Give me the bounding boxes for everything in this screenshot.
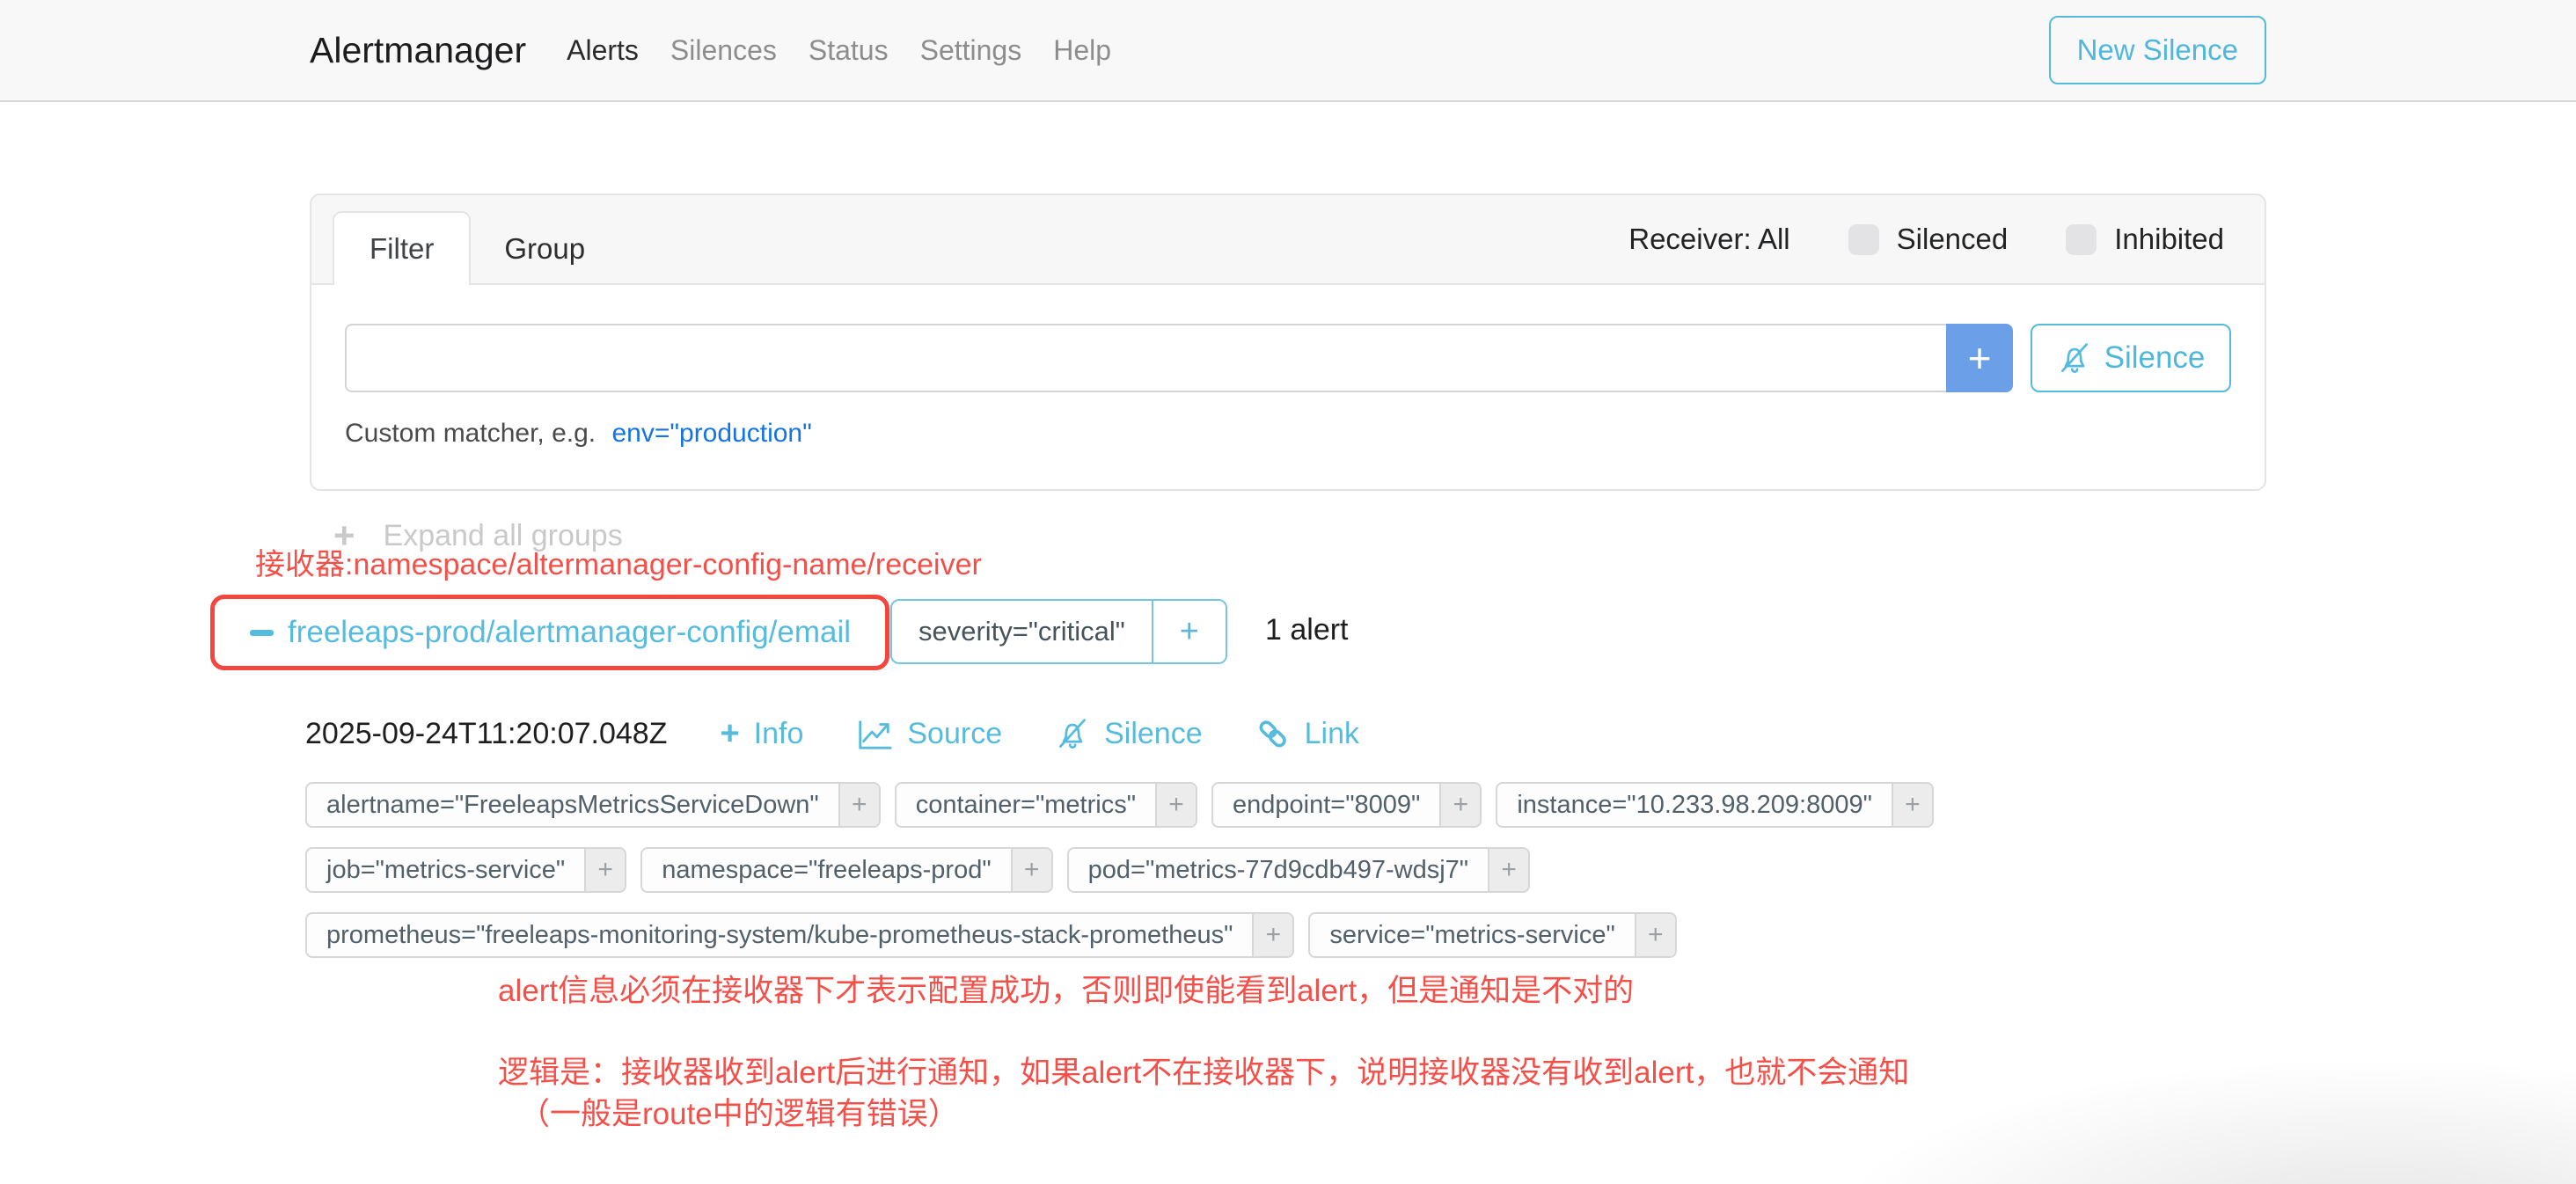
nav-item-alerts[interactable]: Alerts	[551, 34, 655, 67]
annotation-line-3: （一般是route中的逻辑有错误）	[519, 1089, 959, 1134]
label-filter-button[interactable]: service="metrics-service"	[1308, 912, 1634, 958]
nav-item-status[interactable]: Status	[793, 34, 904, 67]
nav-item-help[interactable]: Help	[1037, 34, 1127, 67]
alert-labels: alertname="FreeleapsMetricsServiceDown" …	[305, 782, 2012, 958]
chart-line-icon	[856, 715, 893, 752]
page: Alertmanager Alerts Silences Status Sett…	[0, 0, 2576, 1184]
bell-slash-icon	[2057, 340, 2092, 376]
alert-source-label: Source	[907, 717, 1002, 751]
label-chip: instance="10.233.98.209:8009" +	[1496, 782, 1934, 828]
label-add-filter-button[interactable]: +	[584, 847, 626, 893]
silenced-checkbox-label[interactable]: Silenced	[1897, 223, 2009, 256]
silence-button-label: Silence	[2104, 340, 2206, 376]
label-filter-button[interactable]: instance="10.233.98.209:8009"	[1496, 782, 1892, 828]
label-chip: alertname="FreeleapsMetricsServiceDown" …	[305, 782, 881, 828]
nav-item-silences[interactable]: Silences	[655, 34, 793, 67]
label-add-filter-button[interactable]: +	[1439, 782, 1482, 828]
label-chip: prometheus="freeleaps-monitoring-system/…	[305, 912, 1294, 958]
annotation-line-2: 逻辑是：接收器收到alert后进行通知，如果alert不在接收器下，说明接收器没…	[498, 1048, 1909, 1093]
label-add-filter-button[interactable]: +	[1488, 847, 1530, 893]
matcher-hint: Custom matcher, e.g. env="production"	[345, 419, 2231, 449]
tab-filter[interactable]: Filter	[333, 211, 471, 285]
label-add-filter-button[interactable]: +	[1635, 912, 1677, 958]
receiver-group-toggle-button[interactable]: freeleaps-prod/alertmanager-config/email	[250, 615, 851, 650]
alert-silence-button[interactable]: Silence	[1055, 716, 1203, 751]
receiver-dropdown[interactable]: Receiver: All	[1628, 223, 1789, 256]
alert-count-label: 1 alert	[1265, 613, 1349, 647]
label-filter-button[interactable]: namespace="freeleaps-prod"	[640, 847, 1010, 893]
label-filter-button[interactable]: pod="metrics-77d9cdb497-wdsj7"	[1067, 847, 1488, 893]
matcher-input-group: +	[345, 324, 2013, 392]
tab-group[interactable]: Group	[471, 215, 618, 283]
inhibited-checkbox-label[interactable]: Inhibited	[2114, 223, 2224, 256]
matcher-input[interactable]	[345, 324, 1946, 392]
new-silence-button[interactable]: New Silence	[2049, 16, 2266, 84]
hint-text: Custom matcher, e.g.	[345, 419, 596, 448]
top-navbar: Alertmanager Alerts Silences Status Sett…	[0, 0, 2576, 102]
silence-from-filter-button[interactable]: Silence	[2031, 324, 2231, 392]
bell-slash-icon	[1055, 716, 1090, 751]
matcher-row: + Silence	[345, 324, 2231, 392]
label-chip: service="metrics-service" +	[1308, 912, 1676, 958]
alert-silence-label: Silence	[1104, 717, 1203, 751]
filter-options: Receiver: All Silenced Inhibited	[1628, 223, 2224, 256]
alert-item: 2025-09-24T11:20:07.048Z + Info Source	[305, 715, 2012, 958]
label-add-filter-button[interactable]: +	[1155, 782, 1197, 828]
hint-example-link[interactable]: env="production"	[611, 419, 811, 448]
app-brand[interactable]: Alertmanager	[310, 30, 526, 71]
label-add-filter-button[interactable]: +	[838, 782, 881, 828]
add-matcher-button[interactable]: +	[1946, 324, 2013, 392]
alert-source-link[interactable]: Source	[856, 715, 1002, 752]
annotation-line-1: alert信息必须在接收器下才表示配置成功，否则即使能看到alert，但是通知是…	[498, 966, 1634, 1011]
label-filter-button[interactable]: prometheus="freeleaps-monitoring-system/…	[305, 912, 1252, 958]
alert-timestamp: 2025-09-24T11:20:07.048Z	[305, 717, 667, 751]
label-chip: pod="metrics-77d9cdb497-wdsj7" +	[1067, 847, 1530, 893]
nav-item-settings[interactable]: Settings	[904, 34, 1038, 67]
link-icon	[1255, 716, 1291, 751]
label-chip: container="metrics" +	[895, 782, 1197, 828]
label-chip: namespace="freeleaps-prod" +	[640, 847, 1052, 893]
alert-info-label: Info	[754, 717, 804, 751]
annotation-receiver-note: 接收器:namespace/altermanager-config-name/r…	[255, 540, 982, 583]
inhibited-checkbox[interactable]	[2066, 224, 2097, 255]
silenced-checkbox[interactable]	[1848, 224, 1879, 255]
label-add-filter-button[interactable]: +	[1892, 782, 1934, 828]
label-chip: endpoint="8009" +	[1211, 782, 1482, 828]
receiver-group-label: freeleaps-prod/alertmanager-config/email	[288, 615, 851, 650]
annotation-red-box: freeleaps-prod/alertmanager-config/email	[210, 595, 889, 670]
plus-icon: +	[720, 717, 739, 750]
alert-header-row: 2025-09-24T11:20:07.048Z + Info Source	[305, 715, 2012, 752]
filter-card-header: Filter Group Receiver: All Silenced Inhi…	[311, 195, 2265, 285]
label-filter-button[interactable]: alertname="FreeleapsMetricsServiceDown"	[305, 782, 838, 828]
navbar-container: Alertmanager Alerts Silences Status Sett…	[310, 16, 2266, 84]
alert-info-button[interactable]: + Info	[720, 717, 803, 751]
alert-link-label: Link	[1305, 717, 1359, 751]
filter-card: Filter Group Receiver: All Silenced Inhi…	[310, 194, 2266, 491]
alert-generator-link[interactable]: Link	[1255, 716, 1359, 751]
label-chip: job="metrics-service" +	[305, 847, 626, 893]
group-matcher-chip: severity="critical" +	[890, 599, 1227, 664]
label-filter-button[interactable]: container="metrics"	[895, 782, 1155, 828]
group-matcher-button[interactable]: severity="critical"	[892, 601, 1152, 662]
filter-card-body: + Silence Custom matcher, e.g. env="prod	[311, 285, 2265, 489]
label-add-filter-button[interactable]: +	[1252, 912, 1294, 958]
minus-icon	[250, 630, 274, 636]
group-matcher-add-button[interactable]: +	[1152, 601, 1226, 662]
label-filter-button[interactable]: job="metrics-service"	[305, 847, 584, 893]
label-add-filter-button[interactable]: +	[1011, 847, 1053, 893]
label-filter-button[interactable]: endpoint="8009"	[1211, 782, 1439, 828]
